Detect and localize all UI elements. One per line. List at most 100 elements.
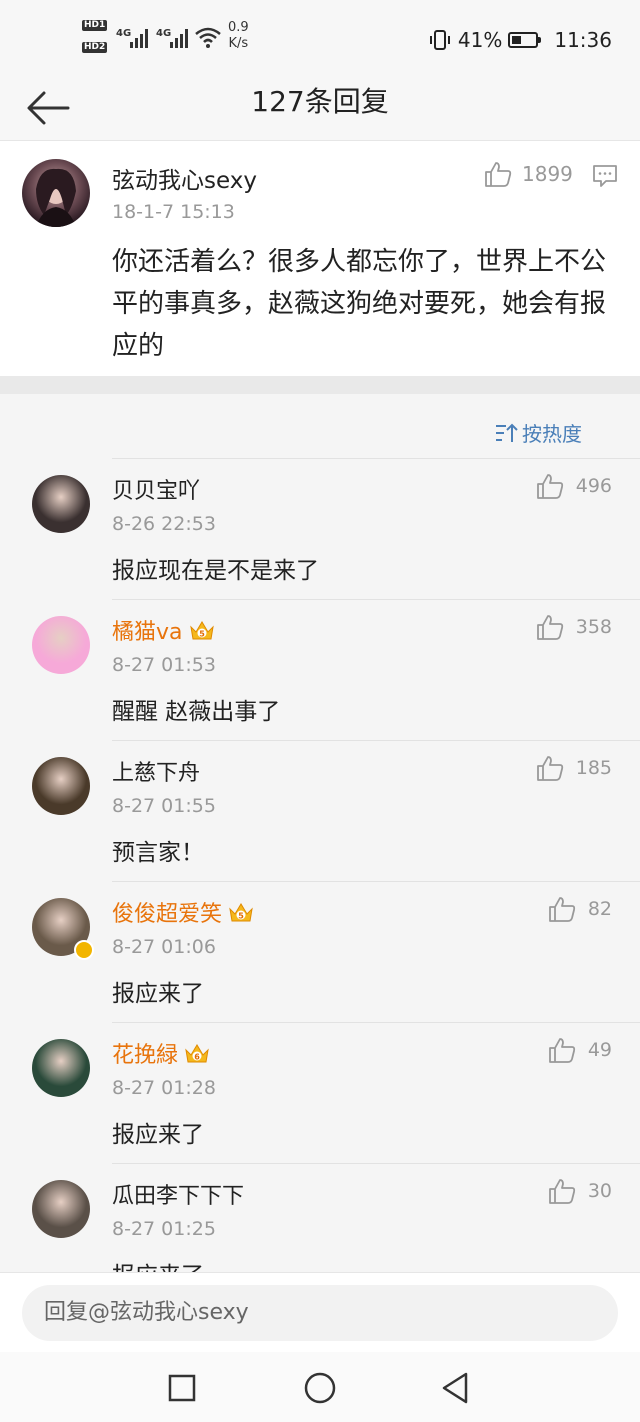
avatar[interactable] <box>22 159 90 227</box>
sort-icon <box>496 423 518 442</box>
reply-author[interactable]: 俊俊超爱笑 5 <box>112 896 254 928</box>
page-title: 127条回复 <box>251 85 389 118</box>
hd2-badge: HD2 <box>82 42 108 53</box>
sort-button[interactable]: 按热度 <box>494 418 582 447</box>
vip-level: 6 <box>194 1053 200 1062</box>
comment-author[interactable]: 弦动我心sexy <box>112 161 257 195</box>
reply-author-label: 瓜田李下下下 <box>112 1184 245 1209</box>
thumbs-up-icon <box>536 474 563 499</box>
reply-item[interactable]: 瓜田李下下下 8-27 01:25 报应来了 30 <box>0 1164 640 1272</box>
thumbs-up-icon <box>548 897 575 922</box>
reply-text: 醒醒 赵薇出事了 <box>112 699 281 725</box>
like-count: 49 <box>587 1039 612 1061</box>
like-count: 82 <box>587 898 612 920</box>
like-count: 185 <box>575 757 612 779</box>
reply-text: 报应来了 <box>112 1122 204 1148</box>
avatar[interactable] <box>32 616 90 674</box>
like-count: 358 <box>575 616 612 638</box>
like-count: 496 <box>575 475 612 497</box>
signal-2-label: 4G <box>156 28 171 39</box>
bottom-bar: 回复@弦动我心sexy <box>0 1272 640 1353</box>
thumbs-up-icon <box>548 1179 575 1204</box>
like-button[interactable]: 358 <box>536 614 612 640</box>
sort-label: 按热度 <box>522 422 582 446</box>
vip-level: 5 <box>238 912 244 921</box>
avatar[interactable] <box>32 1180 90 1238</box>
vip-crown-icon: 5 <box>189 621 214 640</box>
like-count: 1899 <box>522 162 573 186</box>
thumbs-up-icon <box>548 1038 575 1063</box>
vip-crown-icon: 5 <box>229 903 253 922</box>
avatar[interactable] <box>32 1039 90 1097</box>
battery-fill <box>512 36 522 44</box>
reply-input[interactable]: 回复@弦动我心sexy <box>22 1285 618 1341</box>
comment-text: 你还活着么？很多人都忘你了，世界上不公平的事真多，赵薇这狗绝对要死，她会有报应的 <box>112 247 607 361</box>
signal-1-icon: 4G <box>116 28 148 48</box>
reply-time: 8-27 01:06 <box>112 936 216 958</box>
signal-2-icon: 4G <box>156 28 188 48</box>
vibrate-icon <box>429 30 450 50</box>
reply-author-label: 上慈下舟 <box>112 761 201 786</box>
thumbs-up-icon <box>536 615 563 640</box>
signal-1-label: 4G <box>116 28 131 39</box>
square-icon[interactable] <box>164 1370 200 1406</box>
vip-level: 5 <box>199 630 205 639</box>
reply-item[interactable]: 俊俊超爱笑 5 8-27 01:06 报应来了 82 <box>0 882 640 1023</box>
reply-time: 8-27 01:55 <box>112 795 216 817</box>
reply-item[interactable]: 贝贝宝吖 8-26 22:53 报应现在是不是来了 496 <box>0 459 640 600</box>
like-button[interactable]: 82 <box>548 896 612 922</box>
reply-time: 8-27 01:53 <box>112 654 216 676</box>
reply-author[interactable]: 橘猫va 5 <box>112 614 215 646</box>
net-speed-unit: K/s <box>228 36 249 51</box>
reply-item[interactable]: 橘猫va 5 8-27 01:53 醒醒 赵薇出事了 358 <box>0 600 640 741</box>
system-nav-bar <box>0 1352 640 1422</box>
reply-author-label: 橘猫va <box>112 620 183 645</box>
like-button[interactable]: 185 <box>536 755 612 781</box>
vip-crown-icon: 6 <box>185 1044 209 1063</box>
like-button[interactable]: 30 <box>548 1178 612 1204</box>
reply-time: 8-27 01:28 <box>112 1077 216 1099</box>
reply-author[interactable]: 瓜田李下下下 <box>112 1178 244 1210</box>
thumbs-up-icon <box>536 756 563 781</box>
wifi-icon <box>195 27 221 48</box>
like-button[interactable]: 496 <box>536 473 612 499</box>
status-bar: HD1 HD2 4G 4G 0.9 K/s 41% 11:36 <box>0 0 640 78</box>
replies-list: 按热度 贝贝宝吖 8-26 22:53 报应现在是不是来了 496 橘猫va 5 8-27 … <box>0 394 640 1272</box>
like-button[interactable]: 1899 <box>484 161 573 187</box>
status-right: 41% 11:36 <box>428 26 612 54</box>
reply-text: 报应来了 <box>112 981 204 1007</box>
net-speed-value: 0.9 <box>228 20 249 35</box>
battery-icon <box>508 32 542 48</box>
avatar[interactable] <box>32 757 90 815</box>
header: 127条回复 <box>0 78 640 140</box>
reply-author[interactable]: 花挽緑 6 <box>112 1037 210 1069</box>
section-divider <box>0 376 640 394</box>
like-count: 30 <box>587 1180 612 1202</box>
battery-percent: 41% <box>457 28 503 52</box>
reply-time: 8-26 22:53 <box>112 513 216 535</box>
reply-text: 预言家！ <box>112 840 204 866</box>
hd1-badge: HD1 <box>82 20 108 31</box>
thumbs-up-icon <box>485 162 512 187</box>
verified-badge-icon <box>74 940 94 960</box>
reply-item[interactable]: 花挽緑 6 8-27 01:28 报应来了 49 <box>0 1023 640 1164</box>
reply-author-label: 贝贝宝吖 <box>112 479 201 504</box>
circle-icon[interactable] <box>302 1370 338 1406</box>
reply-author-label: 花挽緑 <box>112 1043 179 1068</box>
sort-row: 按热度 <box>0 394 640 459</box>
reply-item[interactable]: 上慈下舟 8-27 01:55 预言家！ 185 <box>0 741 640 882</box>
reply-text: 报应来了 <box>112 1256 204 1272</box>
clock: 11:36 <box>554 28 612 52</box>
triangle-back-icon[interactable] <box>438 1370 474 1406</box>
main-comment: 弦动我心sexy 18-1-7 15:13 1899 你还活着么？很多人都忘你了… <box>0 140 640 377</box>
reply-author[interactable]: 上慈下舟 <box>112 755 200 787</box>
reply-author[interactable]: 贝贝宝吖 <box>112 473 200 505</box>
reply-time: 8-27 01:25 <box>112 1218 216 1240</box>
comment-time: 18-1-7 15:13 <box>112 201 235 223</box>
comment-icon[interactable] <box>592 163 618 189</box>
avatar[interactable] <box>32 475 90 533</box>
reply-author-label: 俊俊超爱笑 <box>112 902 223 927</box>
avatar-portrait <box>36 168 76 227</box>
like-button[interactable]: 49 <box>548 1037 612 1063</box>
reply-text: 报应现在是不是来了 <box>112 558 319 584</box>
